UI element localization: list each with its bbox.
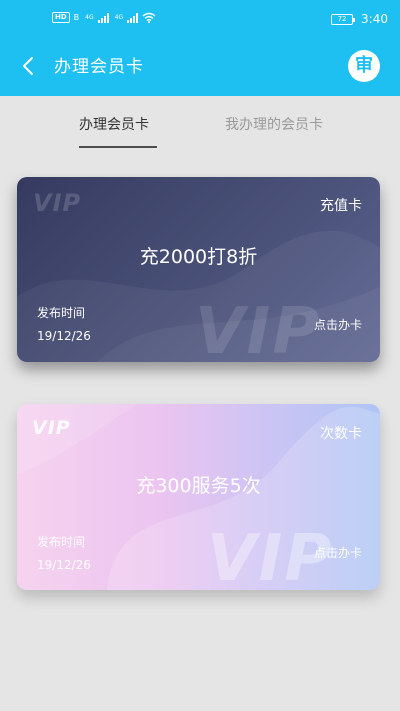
vip-watermark-small: VIP: [32, 417, 71, 439]
status-bar: HD B 4G 4G 72 3:40: [0, 0, 400, 38]
publish-date: 19/12/26: [37, 329, 91, 343]
membership-card-recharge[interactable]: VIP VIP 充值卡 充2000打8折 发布时间 19/12/26 点击办卡: [17, 177, 380, 362]
apply-card-link[interactable]: 点击办卡: [314, 318, 362, 333]
top-bar: HD B 4G 4G 72 3:40 办理会员卡 审: [0, 0, 400, 96]
publish-time-label: 发布时间: [37, 306, 86, 320]
apply-card-link[interactable]: 点击办卡: [314, 546, 362, 561]
battery-icon: 72: [331, 13, 356, 25]
publish-time-label: 发布时间: [37, 535, 86, 549]
status-left: HD B 4G 4G: [52, 12, 156, 23]
navigation-bar: 办理会员卡 审: [0, 38, 400, 96]
status-time: 3:40: [361, 12, 388, 26]
vip-watermark-small: VIP: [33, 189, 82, 217]
tab-my-cards[interactable]: 我办理的会员卡: [225, 116, 323, 134]
publish-date: 19/12/26: [37, 558, 91, 572]
membership-card-count[interactable]: VIP VIP 次数卡 充300服务5次 发布时间 19/12/26 点击办卡: [17, 404, 380, 590]
wifi-icon: [142, 12, 156, 23]
signal-1-icon: [97, 12, 109, 23]
hd-badge-sub: B: [73, 13, 80, 22]
vip-watermark-large: VIP: [195, 295, 322, 362]
tab-apply-card[interactable]: 办理会员卡: [79, 116, 149, 134]
status-right: 72 3:40: [331, 12, 388, 26]
card-type-label: 次数卡: [320, 426, 362, 442]
hd-badge: HD: [52, 12, 70, 23]
signal-2-icon: [127, 12, 139, 23]
review-badge-button[interactable]: 审: [348, 50, 380, 82]
card-type-label: 充值卡: [320, 198, 362, 214]
tab-bar: 办理会员卡 我办理的会员卡: [0, 96, 400, 156]
page-title: 办理会员卡: [54, 57, 144, 77]
card-offer-title: 充300服务5次: [136, 475, 261, 497]
tab-active-indicator: [79, 146, 157, 148]
signal-2-label: 4G: [114, 14, 124, 21]
card-offer-title: 充2000打8折: [139, 246, 258, 268]
signal-1-label: 4G: [85, 14, 94, 21]
back-arrow-icon[interactable]: [18, 55, 40, 77]
